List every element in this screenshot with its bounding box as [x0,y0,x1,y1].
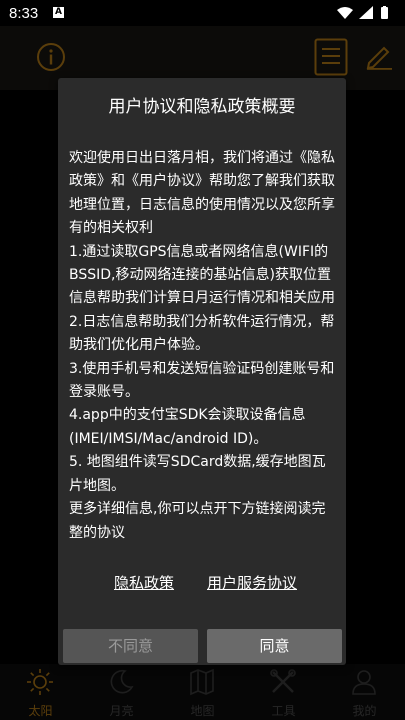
wifi-icon [337,7,353,19]
status-bar: 8:33 A [0,0,405,26]
privacy-policy-link[interactable]: 隐私政策 [114,572,174,593]
privacy-agreement-dialog: 用户协议和隐私政策概要 欢迎使用日出日落月相，我们将通过《隐私政策》和《用户协议… [58,78,346,665]
user-service-agreement-link[interactable]: 用户服务协议 [207,572,297,593]
notification-badge: A [53,7,64,18]
dialog-body-text: 欢迎使用日出日落月相，我们将通过《隐私政策》和《用户协议》帮助您了解我们获取地理… [69,150,335,541]
status-time: 8:33 [9,5,39,22]
dialog-title: 用户协议和隐私政策概要 [108,97,296,117]
disagree-button[interactable]: 不同意 [63,629,198,663]
status-icons [337,6,397,24]
battery-icon [381,6,388,19]
agree-button[interactable]: 同意 [207,629,342,663]
signal-icon [359,6,373,19]
agreement-links: 隐私政策 用户服务协议 [58,572,346,594]
